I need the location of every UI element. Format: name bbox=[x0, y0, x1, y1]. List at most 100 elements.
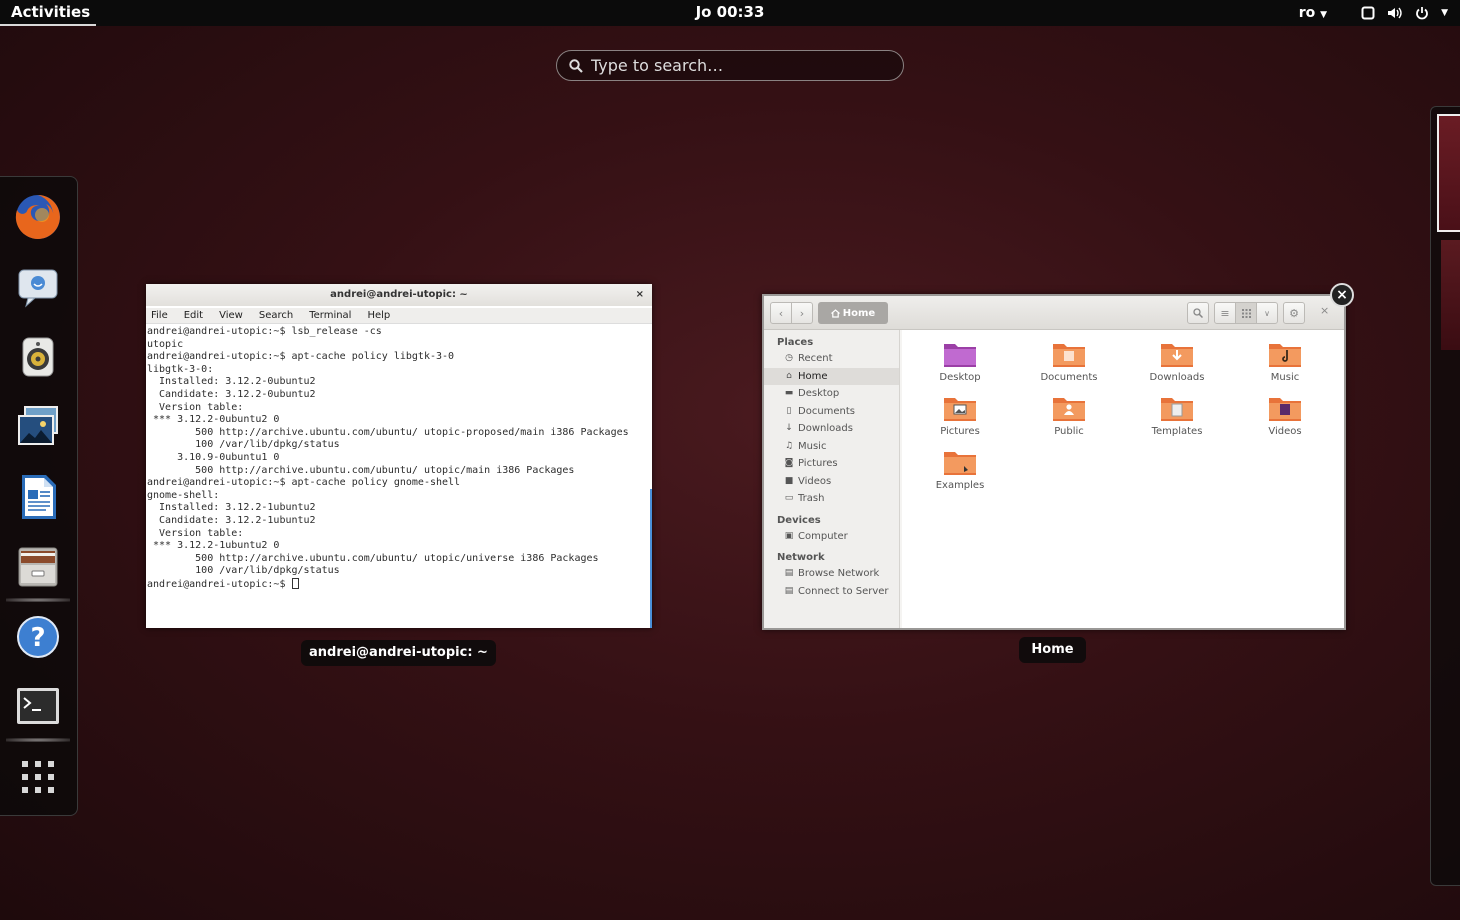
language-indicator[interactable]: ro ▼ bbox=[1299, 5, 1327, 21]
sidebar-item-music[interactable]: ♫ Music bbox=[764, 438, 899, 456]
sidebar-item-pictures[interactable]: ◙ Pictures bbox=[764, 455, 899, 473]
back-button[interactable]: ‹ bbox=[770, 302, 792, 324]
sidebar-item-desktop[interactable]: ▬ Desktop bbox=[764, 385, 899, 403]
home-icon: ⌂ bbox=[786, 370, 792, 381]
sidebar-item-trash[interactable]: ▭ Trash bbox=[764, 490, 899, 508]
chevron-right-icon: › bbox=[799, 306, 805, 320]
terminal-output[interactable]: andrei@andrei-utopic:~$ lsb_release -cs u… bbox=[146, 324, 652, 591]
sidebar-item-label: Desktop bbox=[798, 388, 840, 399]
dash-firefox[interactable] bbox=[12, 191, 64, 243]
sidebar-item-downloads[interactable]: ↓ Downloads bbox=[764, 420, 899, 438]
svg-text:?: ? bbox=[30, 623, 45, 653]
clock[interactable]: Jo 00:33 bbox=[696, 3, 765, 21]
folder-label: Desktop bbox=[939, 372, 981, 383]
search-button[interactable] bbox=[1187, 302, 1209, 324]
menu-terminal[interactable]: Terminal bbox=[309, 308, 351, 323]
activities-button[interactable]: Activities bbox=[0, 0, 96, 26]
home-icon bbox=[830, 308, 840, 318]
chevron-down-icon: ▼ bbox=[1320, 10, 1328, 20]
sidebar-item-browse-network[interactable]: ▤ Browse Network bbox=[764, 565, 899, 583]
dash-files[interactable] bbox=[6, 541, 70, 602]
dash-terminal[interactable] bbox=[6, 681, 70, 742]
chevron-left-icon: ‹ bbox=[778, 306, 784, 320]
terminal-icon bbox=[17, 688, 59, 724]
files-view[interactable]: Desktop Documents Downloads Music Pictures Pu… bbox=[902, 330, 1344, 628]
clock-container: Jo 00:33 bbox=[0, 0, 1460, 24]
sidebar-item-documents[interactable]: ▯ Documents bbox=[764, 403, 899, 421]
top-bar: Activities Jo 00:33 ro ▼ ▼ bbox=[0, 0, 1460, 26]
dash-show-apps[interactable] bbox=[12, 751, 64, 803]
menu-help[interactable]: Help bbox=[367, 308, 390, 323]
view-options-button[interactable]: ∨ bbox=[1256, 302, 1278, 324]
folder-label: Pictures bbox=[940, 426, 980, 437]
location-label: Home bbox=[842, 307, 876, 319]
list-view-button[interactable]: ≡ bbox=[1214, 302, 1236, 324]
menu-search[interactable]: Search bbox=[259, 308, 293, 323]
help-icon: ? bbox=[17, 616, 59, 658]
sidebar-item-videos[interactable]: ■ Videos bbox=[764, 473, 899, 491]
language-label: ro bbox=[1298, 5, 1316, 21]
folder-icon: ▬ bbox=[784, 388, 794, 398]
dash-shotwell[interactable] bbox=[12, 401, 64, 453]
sidebar-item-label: Connect to Server bbox=[798, 585, 889, 597]
settings-button[interactable]: ⚙ bbox=[1283, 302, 1305, 324]
folder-documents[interactable]: Documents bbox=[1019, 340, 1119, 383]
workspace-2[interactable] bbox=[1441, 240, 1460, 350]
grid-view-button[interactable] bbox=[1235, 302, 1257, 324]
folder-label: Music bbox=[1270, 372, 1300, 383]
menu-view[interactable]: View bbox=[219, 308, 243, 323]
folder-icon bbox=[944, 344, 976, 367]
menu-edit[interactable]: Edit bbox=[184, 308, 203, 323]
close-window-button[interactable]: × bbox=[1330, 283, 1354, 307]
terminal-titlebar[interactable]: andrei@andrei-utopic: ~ × bbox=[146, 284, 652, 306]
window-icon[interactable] bbox=[1361, 6, 1375, 20]
search-icon bbox=[569, 58, 583, 73]
files-caption[interactable]: Home bbox=[1019, 637, 1086, 663]
folder-examples[interactable]: Examples bbox=[910, 448, 1010, 491]
sidebar-item-computer[interactable]: ▣ Computer bbox=[764, 528, 899, 546]
terminal-prompt: andrei@andrei-utopic:~$ bbox=[147, 578, 292, 590]
sidebar-heading-devices: Devices bbox=[777, 514, 821, 526]
dash-writer[interactable] bbox=[12, 471, 64, 523]
menu-file[interactable]: File bbox=[151, 308, 168, 323]
workspace-1[interactable] bbox=[1437, 114, 1460, 232]
folder-pictures[interactable]: Pictures bbox=[910, 394, 1010, 437]
sidebar-item-connect-server[interactable]: ▤ Connect to Server bbox=[764, 583, 899, 601]
folder-videos[interactable]: Videos bbox=[1235, 394, 1335, 437]
folder-icon bbox=[1269, 344, 1301, 367]
folder-public[interactable]: Public bbox=[1019, 394, 1119, 437]
sidebar-item-home[interactable]: ⌂ Home bbox=[764, 367, 899, 385]
libreoffice-writer-icon bbox=[22, 475, 56, 519]
dash-empathy[interactable] bbox=[12, 261, 64, 313]
terminal-line: andrei@andrei-utopic:~$ lsb_release -cs bbox=[147, 326, 382, 337]
terminal-caption[interactable]: andrei@andrei-utopic: ~ bbox=[301, 640, 496, 666]
location-home-button[interactable]: Home bbox=[818, 302, 888, 324]
sidebar-item-label: Trash bbox=[798, 493, 825, 504]
close-icon[interactable]: × bbox=[1320, 304, 1329, 317]
dash-help[interactable]: ? bbox=[12, 611, 64, 663]
volume-icon[interactable] bbox=[1387, 6, 1403, 20]
terminal-window[interactable]: andrei@andrei-utopic: ~ × File Edit View… bbox=[146, 284, 652, 628]
search-input[interactable] bbox=[591, 56, 881, 75]
terminal-line: *** 3.12.2-0ubuntu2 0 bbox=[147, 414, 280, 426]
sidebar-item-recent[interactable]: ◷ Recent bbox=[764, 350, 899, 368]
folder-downloads[interactable]: Downloads bbox=[1127, 340, 1227, 383]
dash-rhythmbox[interactable] bbox=[12, 331, 64, 383]
power-icon[interactable] bbox=[1415, 6, 1429, 20]
terminal-scrollbar[interactable] bbox=[650, 489, 652, 628]
folder-music[interactable]: Music bbox=[1235, 340, 1335, 383]
sidebar-item-label: Videos bbox=[798, 475, 832, 487]
video-icon: ■ bbox=[784, 475, 794, 486]
system-tray: ro ▼ ▼ bbox=[1299, 0, 1448, 26]
folder-label: Documents bbox=[1040, 372, 1098, 383]
folder-templates[interactable]: Templates bbox=[1127, 394, 1227, 437]
forward-button[interactable]: › bbox=[791, 302, 813, 324]
chevron-down-icon[interactable]: ▼ bbox=[1441, 8, 1448, 18]
files-window[interactable]: ‹ › Home ≡ ∨ ⚙ × Places ◷ Recent ⌂ Home ▬ D… bbox=[762, 294, 1346, 630]
folder-label: Public bbox=[1054, 426, 1084, 437]
close-icon: × bbox=[1336, 287, 1348, 303]
folder-desktop[interactable]: Desktop bbox=[910, 340, 1010, 383]
terminal-line: Installed: 3.12.2-0ubuntu2 bbox=[147, 376, 316, 388]
terminal-line: 500 http://archive.ubuntu.com/ubuntu/ ut… bbox=[147, 426, 629, 438]
close-icon[interactable]: × bbox=[636, 284, 644, 306]
